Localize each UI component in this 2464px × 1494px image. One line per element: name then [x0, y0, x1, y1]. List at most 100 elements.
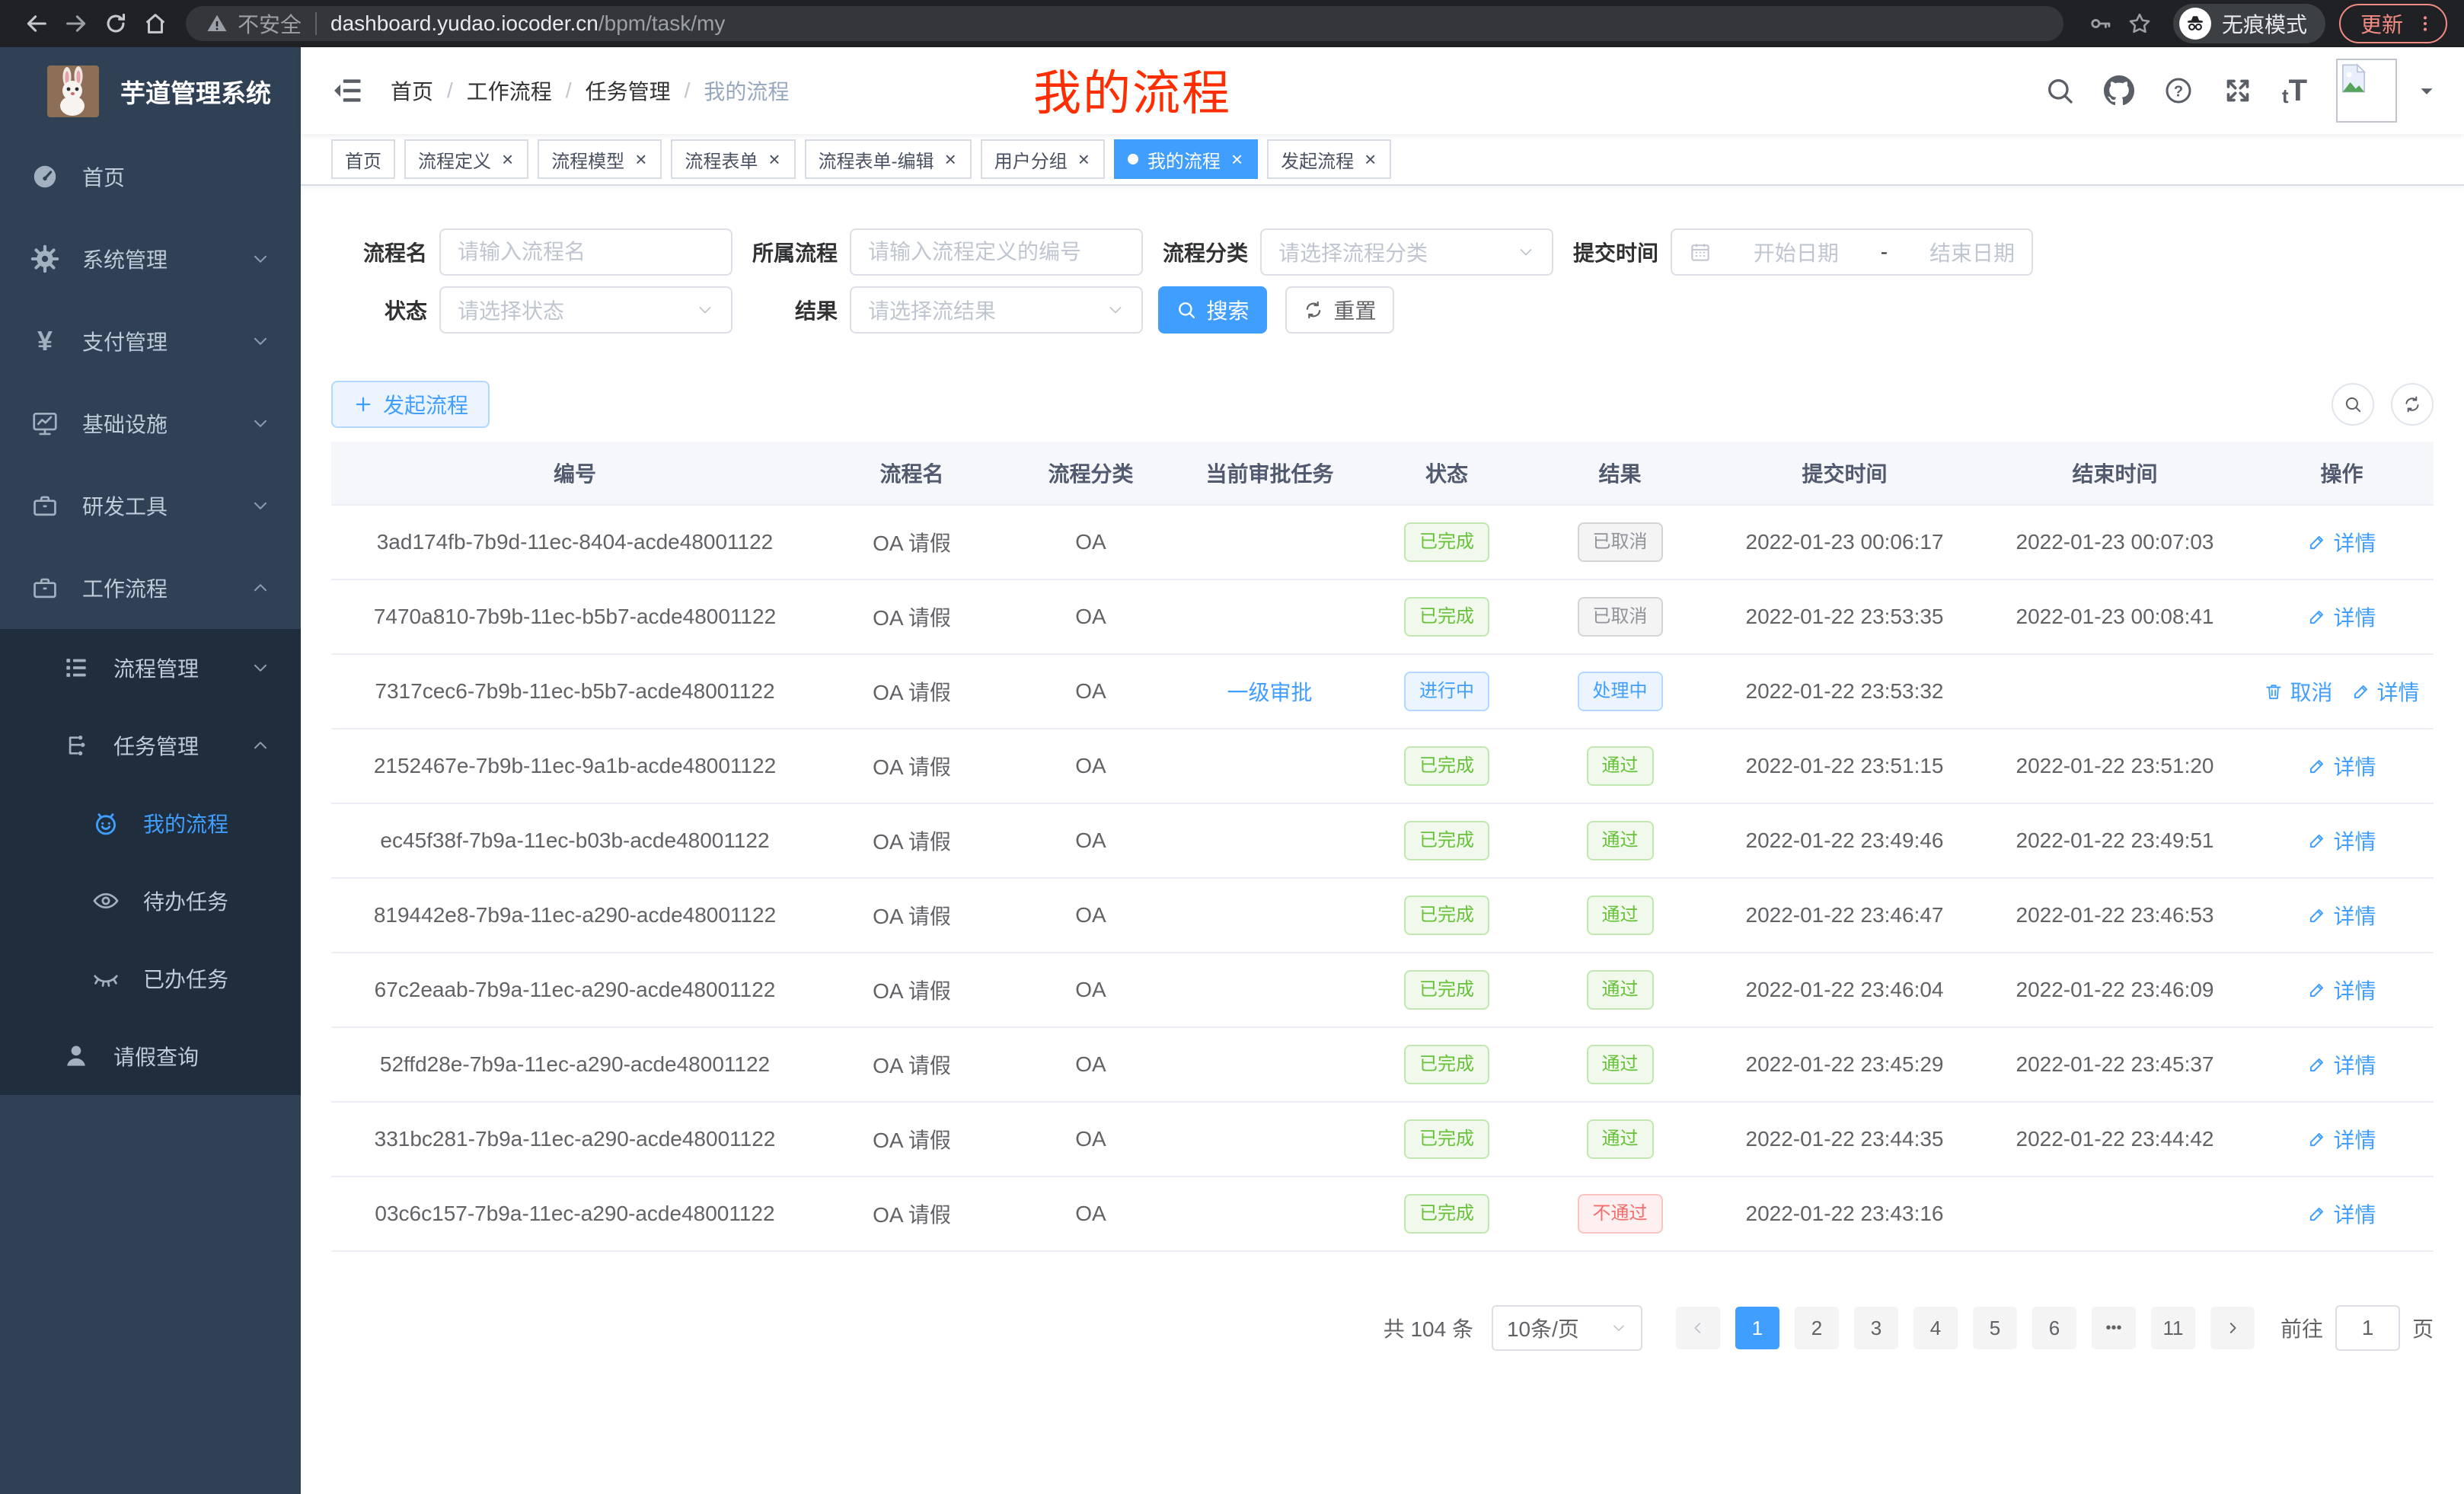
sidebar-item-my-process[interactable]: 我的流程 — [0, 784, 301, 862]
process-id-input[interactable] — [850, 228, 1143, 276]
result-select[interactable]: 请选择流结果 — [850, 286, 1143, 334]
goto-page-input[interactable] — [2335, 1305, 2400, 1351]
cell-category: OA — [1005, 1202, 1176, 1226]
url-host: dashboard.yudao.iocoder.cn — [330, 11, 598, 36]
process-name-input[interactable] — [439, 228, 732, 276]
sidebar-item-infra[interactable]: 基础设施 — [0, 382, 301, 464]
detail-button[interactable]: 详情 — [2307, 825, 2376, 856]
tab-home[interactable]: 首页 — [331, 139, 395, 179]
page-button-6[interactable]: 6 — [2032, 1307, 2076, 1349]
create-process-button[interactable]: 发起流程 — [331, 381, 490, 428]
sidebar-item-workflow[interactable]: 工作流程 — [0, 547, 301, 629]
sidebar-item-leave-query[interactable]: 请假查询 — [0, 1017, 301, 1095]
detail-button[interactable]: 详情 — [2307, 602, 2376, 632]
cell-submit-time: 2022-01-22 23:46:04 — [1709, 978, 1980, 1002]
sidebar-item-payment[interactable]: ¥支付管理 — [0, 300, 301, 382]
fullscreen-icon[interactable] — [2223, 75, 2253, 106]
detail-button[interactable]: 详情 — [2307, 1199, 2376, 1229]
close-icon[interactable]: × — [767, 148, 781, 171]
avatar[interactable] — [2336, 59, 2397, 123]
detail-button[interactable]: 详情 — [2307, 900, 2376, 931]
tab-my-process[interactable]: 我的流程× — [1114, 139, 1258, 179]
close-icon[interactable]: × — [634, 148, 648, 171]
next-page-button[interactable] — [2210, 1307, 2255, 1349]
detail-button[interactable]: 详情 — [2307, 527, 2376, 557]
logo-row[interactable]: 芋道管理系统 — [0, 47, 301, 136]
font-size-icon[interactable]: tT — [2282, 75, 2307, 106]
face-icon — [91, 809, 120, 838]
current-task-link[interactable]: 一级审批 — [1227, 676, 1312, 707]
detail-button[interactable]: 详情 — [2351, 676, 2420, 707]
page-button-11[interactable]: 11 — [2151, 1307, 2195, 1349]
cancel-button[interactable]: 取消 — [2264, 676, 2332, 707]
tags-view: 首页流程定义×流程模型×流程表单×流程表单-编辑×用户分组×我的流程×发起流程× — [301, 134, 2464, 186]
tab-process-form-edit[interactable]: 流程表单-编辑× — [805, 139, 972, 179]
page-button-5[interactable]: 5 — [1973, 1307, 2017, 1349]
bookmark-star-icon[interactable] — [2120, 4, 2159, 43]
sidebar-item-process-mgmt[interactable]: 流程管理 — [0, 629, 301, 707]
table-row: 819442e8-7b9a-11ec-a290-acde48001122OA 请… — [331, 879, 2434, 953]
close-icon[interactable]: × — [1230, 148, 1244, 171]
result-badge: 处理中 — [1578, 672, 1663, 711]
date-end-placeholder: 结束日期 — [1929, 237, 2015, 267]
tab-user-group[interactable]: 用户分组× — [981, 139, 1105, 179]
navbar-tools: ? tT — [2044, 59, 2437, 123]
reset-button[interactable]: 重置 — [1285, 286, 1394, 334]
detail-button[interactable]: 详情 — [2307, 1124, 2376, 1154]
page-button-2[interactable]: 2 — [1795, 1307, 1839, 1349]
detail-button[interactable]: 详情 — [2307, 975, 2376, 1005]
cell-result: 通过 — [1530, 1119, 1709, 1159]
github-icon[interactable] — [2104, 75, 2134, 106]
sidebar-item-todo-task[interactable]: 待办任务 — [0, 862, 301, 940]
category-select[interactable]: 请选择流程分类 — [1260, 228, 1553, 276]
close-icon[interactable]: × — [943, 148, 958, 171]
home-icon[interactable] — [136, 4, 175, 43]
update-button[interactable]: 更新 — [2339, 4, 2447, 43]
cell-process-name: OA 请假 — [819, 900, 1005, 931]
tab-process-form[interactable]: 流程表单× — [671, 139, 795, 179]
submit-time-range-picker[interactable]: 开始日期 - 结束日期 — [1671, 228, 2033, 276]
close-icon[interactable]: × — [500, 148, 515, 171]
breadcrumb-workflow[interactable]: 工作流程 — [467, 75, 552, 106]
sidebar-item-devtools[interactable]: 研发工具 — [0, 464, 301, 547]
help-icon[interactable]: ? — [2163, 75, 2194, 106]
detail-button[interactable]: 详情 — [2307, 751, 2376, 781]
back-icon[interactable] — [17, 4, 56, 43]
sidebar-item-task-mgmt[interactable]: 任务管理 — [0, 707, 301, 784]
avatar-caret-icon[interactable] — [2417, 81, 2437, 101]
reload-icon[interactable] — [96, 4, 136, 43]
url-bar[interactable]: 不安全 dashboard.yudao.iocoder.cn /bpm/task… — [186, 6, 2063, 41]
security-label[interactable]: 不安全 — [238, 8, 302, 39]
search-button[interactable]: 搜索 — [1158, 286, 1267, 334]
prev-page-button[interactable] — [1676, 1307, 1720, 1349]
forward-icon[interactable] — [56, 4, 96, 43]
process-id-input-field[interactable] — [868, 240, 1125, 264]
status-select[interactable]: 请选择状态 — [439, 286, 732, 334]
tab-start-process[interactable]: 发起流程× — [1267, 139, 1391, 179]
show-search-button[interactable] — [2332, 383, 2374, 426]
sidebar-item-done-task[interactable]: 已办任务 — [0, 940, 301, 1017]
refresh-table-button[interactable] — [2391, 383, 2434, 426]
page-size-select[interactable]: 10条/页 — [1492, 1305, 1642, 1351]
password-key-icon[interactable] — [2080, 4, 2120, 43]
sidebar-item-home[interactable]: 首页 — [0, 136, 301, 218]
sidebar-item-system[interactable]: 系统管理 — [0, 218, 301, 300]
url-separator — [315, 12, 317, 35]
search-icon[interactable] — [2044, 75, 2075, 106]
tab-process-definition[interactable]: 流程定义× — [404, 139, 528, 179]
close-icon[interactable]: × — [1363, 148, 1377, 171]
page-button-3[interactable]: 3 — [1854, 1307, 1898, 1349]
pagination-more-button[interactable]: ••• — [2092, 1307, 2136, 1349]
tab-process-model[interactable]: 流程模型× — [538, 139, 662, 179]
sidebar-collapse-icon[interactable] — [331, 74, 365, 107]
page-button-1[interactable]: 1 — [1735, 1307, 1779, 1349]
process-name-input-field[interactable] — [458, 240, 714, 264]
cell-status: 已完成 — [1363, 522, 1530, 562]
breadcrumb-task-mgmt[interactable]: 任务管理 — [586, 75, 671, 106]
sidebar-item-label: 基础设施 — [82, 408, 168, 439]
page-button-4[interactable]: 4 — [1913, 1307, 1958, 1349]
breadcrumb-home[interactable]: 首页 — [391, 75, 433, 106]
detail-button[interactable]: 详情 — [2307, 1049, 2376, 1080]
cell-result: 已取消 — [1530, 522, 1709, 562]
close-icon[interactable]: × — [1077, 148, 1091, 171]
